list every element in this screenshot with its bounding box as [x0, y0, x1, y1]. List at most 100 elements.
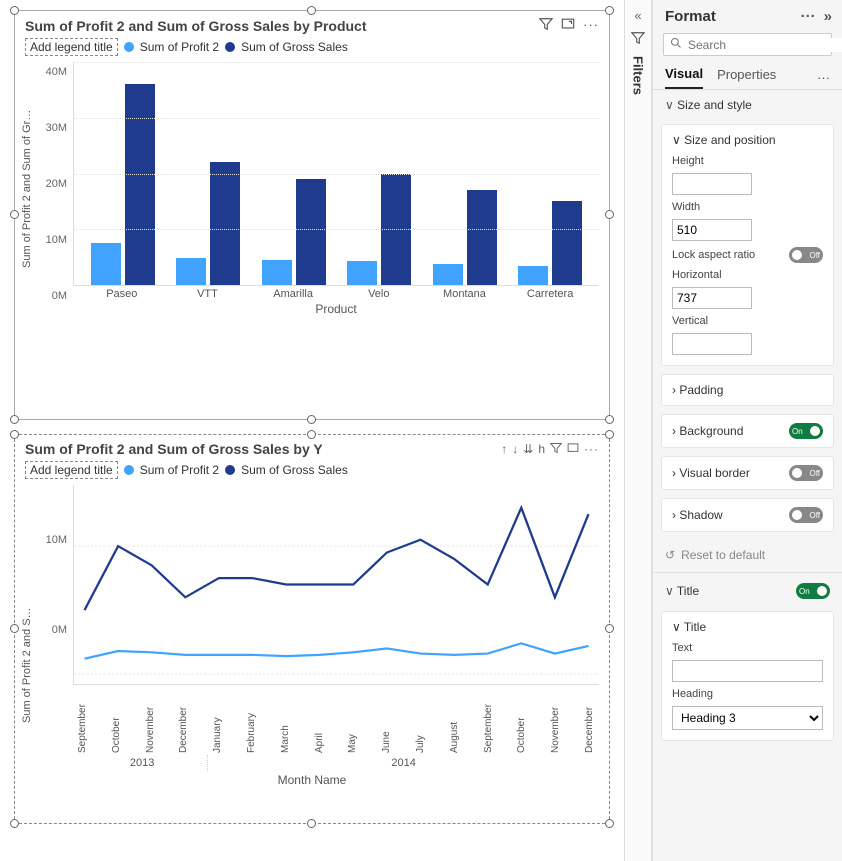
resize-handle[interactable]	[10, 819, 19, 828]
drill-up-icon[interactable]: ↑	[501, 442, 507, 457]
bar	[262, 260, 292, 285]
category-label: Amarilla	[253, 288, 333, 300]
bars-plot	[73, 62, 599, 286]
format-pane[interactable]: Format ··· » Visual Properties ··· ∨ Siz…	[652, 0, 842, 861]
y-axis-label: Sum of Profit 2 and Sum of Gr…	[21, 110, 33, 268]
focus-mode-icon[interactable]	[561, 17, 575, 34]
legend-swatch	[225, 42, 235, 52]
tab-properties[interactable]: Properties	[717, 67, 776, 88]
bar	[518, 266, 548, 286]
reset-to-default[interactable]: ↺ Reset to default	[653, 540, 842, 570]
more-options-icon[interactable]: ···	[801, 8, 816, 25]
year-label: 2013	[77, 755, 207, 771]
expand-right-icon[interactable]: »	[824, 8, 832, 25]
height-input[interactable]	[672, 173, 752, 195]
filter-icon[interactable]	[550, 442, 562, 457]
vertical-input[interactable]	[672, 333, 752, 355]
filter-icon[interactable]	[631, 31, 645, 48]
month-label: November	[550, 689, 561, 753]
resize-handle[interactable]	[307, 415, 316, 424]
category-label: VTT	[167, 288, 247, 300]
bar	[176, 258, 206, 285]
resize-handle[interactable]	[307, 6, 316, 15]
bar	[125, 84, 155, 285]
category-label: Montana	[424, 288, 504, 300]
resize-handle[interactable]	[307, 430, 316, 439]
month-label: November	[145, 689, 156, 753]
vertical-label: Vertical	[672, 315, 823, 327]
lock-aspect-label: Lock aspect ratio	[672, 249, 755, 261]
format-pane-title: Format	[665, 8, 716, 25]
drill-down-icon[interactable]: ↓	[512, 442, 518, 457]
format-search[interactable]	[663, 33, 832, 56]
legend-label: Sum of Gross Sales	[241, 40, 348, 54]
section-visual-border[interactable]: › Visual border Off	[662, 457, 833, 489]
month-label: October	[111, 689, 122, 753]
title-text-input[interactable]	[672, 660, 823, 682]
month-label: December	[584, 689, 595, 753]
section-padding[interactable]: › Padding	[662, 375, 833, 405]
month-label: September	[77, 689, 88, 753]
title-toggle[interactable]: On	[796, 583, 830, 599]
month-label: June	[381, 689, 392, 753]
section-background[interactable]: › Background On	[662, 415, 833, 447]
background-toggle[interactable]: On	[789, 423, 823, 439]
more-options-icon[interactable]: ···	[817, 70, 830, 85]
more-options-icon[interactable]: ···	[583, 17, 599, 34]
horizontal-input[interactable]	[672, 287, 752, 309]
section-size-position[interactable]: ∨ Size and position	[662, 125, 833, 155]
month-label: January	[212, 689, 223, 753]
resize-handle[interactable]	[605, 819, 614, 828]
resize-handle[interactable]	[307, 819, 316, 828]
reset-icon: ↺	[665, 548, 675, 562]
width-label: Width	[672, 201, 823, 213]
expand-down-icon[interactable]: ⇊	[523, 442, 533, 457]
visual-border-toggle[interactable]: Off	[789, 465, 823, 481]
filter-icon[interactable]	[539, 17, 553, 34]
section-title[interactable]: ∨ Title On	[653, 575, 842, 607]
more-options-icon[interactable]: ···	[584, 442, 599, 457]
bar-chart-visual[interactable]: Sum of Profit 2 and Sum of Gross Sales b…	[14, 10, 610, 420]
x-axis-label: Product	[73, 300, 599, 322]
chart-title: Sum of Profit 2 and Sum of Gross Sales b…	[25, 18, 367, 34]
resize-handle[interactable]	[605, 415, 614, 424]
month-label: May	[347, 689, 358, 753]
heading-select[interactable]: Heading 3	[672, 706, 823, 730]
bar	[296, 179, 326, 285]
width-input[interactable]	[672, 219, 752, 241]
bar	[347, 261, 377, 285]
x-axis-label: Month Name	[25, 771, 599, 793]
line-series	[85, 643, 589, 658]
collapse-left-icon[interactable]: «	[634, 8, 641, 23]
legend-title-input[interactable]: Add legend title	[25, 461, 118, 479]
month-label: September	[483, 689, 494, 753]
resize-handle[interactable]	[10, 430, 19, 439]
resize-handle[interactable]	[605, 6, 614, 15]
focus-mode-icon[interactable]	[567, 442, 579, 457]
y-axis-label: Sum of Profit 2 and S…	[21, 608, 33, 724]
line-chart-visual[interactable]: Sum of Profit 2 and Sum of Gross Sales b…	[14, 434, 610, 824]
line-series	[85, 508, 589, 610]
legend-swatch	[124, 42, 134, 52]
bar	[210, 162, 240, 285]
legend-label: Sum of Profit 2	[140, 40, 219, 54]
month-label: April	[314, 689, 325, 753]
resize-handle[interactable]	[10, 415, 19, 424]
shadow-toggle[interactable]: Off	[789, 507, 823, 523]
legend-title-input[interactable]: Add legend title	[25, 38, 118, 56]
bar	[433, 264, 463, 285]
search-input[interactable]	[688, 38, 842, 52]
legend-label: Sum of Gross Sales	[241, 463, 348, 477]
report-canvas[interactable]: Sum of Profit 2 and Sum of Gross Sales b…	[0, 0, 624, 861]
section-title-sub[interactable]: ∨ Title	[662, 612, 833, 642]
lock-aspect-toggle[interactable]: Off	[789, 247, 823, 263]
title-text-label: Text	[672, 642, 823, 654]
section-shadow[interactable]: › Shadow Off	[662, 499, 833, 531]
filters-pane-collapsed[interactable]: « Filters	[624, 0, 652, 861]
resize-handle[interactable]	[10, 6, 19, 15]
chart-title: Sum of Profit 2 and Sum of Gross Sales b…	[25, 441, 323, 457]
hierarchy-icon[interactable]: h	[538, 442, 545, 457]
section-size-style[interactable]: ∨ Size and style	[653, 90, 842, 120]
tab-visual[interactable]: Visual	[665, 66, 703, 89]
resize-handle[interactable]	[605, 430, 614, 439]
